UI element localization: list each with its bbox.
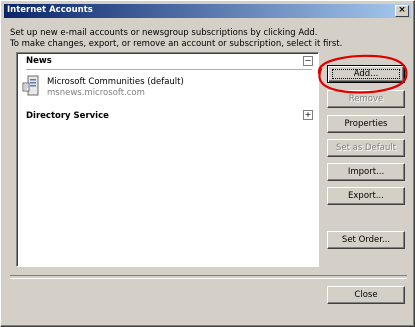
export-button[interactable]: Export... <box>327 187 405 205</box>
expand-directory-service-toggle[interactable]: + <box>303 110 313 120</box>
collapse-news-toggle[interactable]: − <box>303 56 313 66</box>
window-title: Internet Accounts <box>7 5 93 15</box>
account-name: Microsoft Communities (default) <box>47 77 184 87</box>
instructions-line-1: Set up new e-mail accounts or newsgroup … <box>10 28 318 38</box>
export-button-label: Export... <box>348 191 384 201</box>
dialog-separator <box>10 275 407 279</box>
focus-rectangle <box>332 69 400 79</box>
account-server: msnews.microsoft.com <box>47 88 145 98</box>
add-button[interactable]: Add... <box>327 65 405 83</box>
instructions-line-2: To make changes, export, or remove an ac… <box>10 39 343 49</box>
group-divider-news <box>26 69 312 70</box>
set-order-button[interactable]: Set Order... <box>327 231 405 249</box>
group-header-news: News <box>26 56 52 66</box>
close-button[interactable]: Close <box>327 286 405 304</box>
remove-button[interactable]: Remove <box>327 90 405 108</box>
set-as-default-button[interactable]: Set as Default <box>327 139 405 157</box>
properties-button[interactable]: Properties <box>327 115 405 133</box>
remove-button-label: Remove <box>348 94 384 104</box>
properties-button-label: Properties <box>344 119 388 129</box>
group-header-directory-service: Directory Service <box>26 111 109 121</box>
import-button[interactable]: Import... <box>327 163 405 181</box>
import-button-label: Import... <box>347 167 385 177</box>
close-button-label: Close <box>354 290 378 300</box>
internet-accounts-dialog: Internet Accounts × Set up new e-mail ac… <box>0 0 415 327</box>
instructions-text: Set up new e-mail accounts or newsgroup … <box>10 28 342 50</box>
accounts-list[interactable]: News − Microsoft Communities (default) m… <box>16 52 319 267</box>
title-close-button[interactable]: × <box>395 5 409 17</box>
title-bar[interactable]: Internet Accounts × <box>4 4 411 18</box>
set-as-default-button-label: Set as Default <box>335 143 397 153</box>
newsgroup-server-icon <box>22 75 39 96</box>
set-order-button-label: Set Order... <box>341 235 391 245</box>
close-icon: × <box>398 5 406 15</box>
